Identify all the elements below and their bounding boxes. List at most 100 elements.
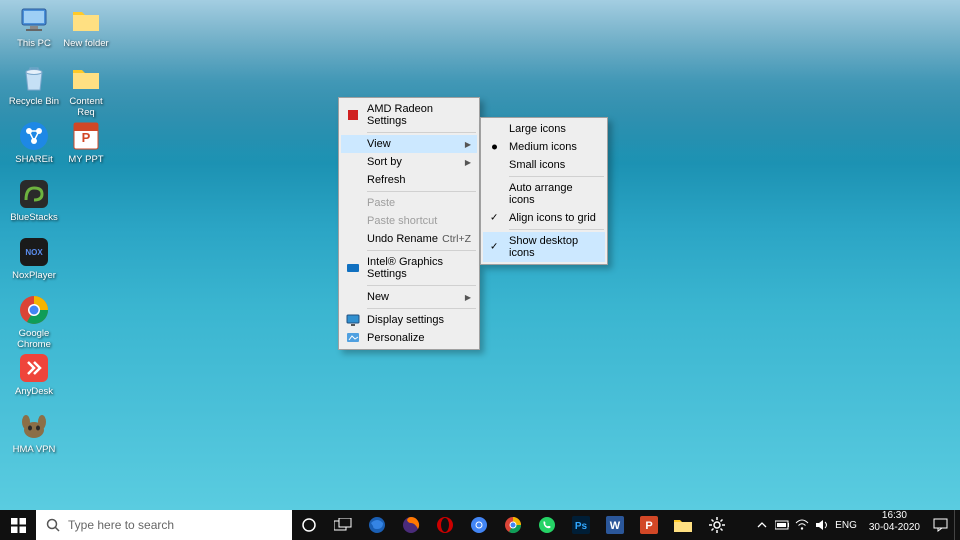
ctx-amd-radeon-settings[interactable]: AMD Radeon Settings (341, 100, 477, 130)
svg-text:P: P (82, 130, 91, 145)
desktop-wallpaper[interactable]: This PCNew folderRecycle BinContent ReqS… (0, 0, 960, 510)
ctx-paste: Paste (341, 194, 477, 212)
task-view-icon (334, 518, 352, 532)
checkmark-icon: ✓ (490, 213, 498, 224)
ctx-medium-icons[interactable]: Medium icons (483, 138, 605, 156)
svg-text:P: P (645, 520, 652, 532)
task-view-button[interactable] (326, 510, 360, 540)
desktop-icon-label: Content Req (60, 96, 112, 118)
desktop-icon-label: Google Chrome (8, 328, 60, 350)
desktop-icon-bluestacks[interactable]: BlueStacks (8, 178, 60, 223)
ctx-separator (367, 285, 476, 286)
opera-icon (435, 515, 455, 535)
ctx-view[interactable]: View ▶ (341, 135, 477, 153)
google-chrome-icon (18, 294, 50, 326)
action-center-button[interactable] (926, 510, 954, 540)
show-desktop-button[interactable] (954, 510, 960, 540)
noxplayer-icon: NOX (18, 236, 50, 268)
desktop-icon-anydesk[interactable]: AnyDesk (8, 352, 60, 397)
taskbar-app-photoshop[interactable]: Ps (564, 510, 598, 540)
taskbar-spacer (734, 510, 749, 540)
ctx-display-settings[interactable]: Display settings (341, 311, 477, 329)
desktop-icon-this-pc[interactable]: This PC (8, 4, 60, 49)
hma-vpn-icon (18, 410, 50, 442)
ctx-auto-arrange[interactable]: Auto arrange icons (483, 179, 605, 209)
taskbar-app-powerpoint[interactable]: P (632, 510, 666, 540)
ctx-separator (367, 250, 476, 251)
desktop-icon-label: Recycle Bin (9, 96, 59, 107)
word-icon: W (605, 515, 625, 535)
windows-logo-icon (11, 518, 26, 533)
taskbar-clock[interactable]: 16:30 30-04-2020 (863, 510, 926, 540)
desktop-icon-recycle-bin[interactable]: Recycle Bin (8, 62, 60, 107)
radio-selected-icon (492, 145, 497, 150)
desktop-icon-label: BlueStacks (10, 212, 58, 223)
intel-icon (345, 260, 361, 276)
ctx-show-desktop-icons[interactable]: ✓ Show desktop icons (483, 232, 605, 262)
view-submenu: Large icons Medium icons Small icons Aut… (480, 117, 608, 265)
desktop-icon-label: NoxPlayer (12, 270, 56, 281)
desktop-icon-new-folder[interactable]: New folder (60, 4, 112, 49)
taskbar-app-chrome-canary[interactable] (462, 510, 496, 540)
taskbar-app-chrome[interactable] (496, 510, 530, 540)
search-placeholder: Type here to search (68, 518, 174, 532)
search-icon (46, 518, 60, 532)
taskbar-app-firefox[interactable] (394, 510, 428, 540)
desktop-context-menu: AMD Radeon Settings View ▶ Sort by ▶ Ref… (338, 97, 480, 350)
taskbar-app-opera[interactable] (428, 510, 462, 540)
ctx-separator (367, 308, 476, 309)
desktop-icon-label: AnyDesk (15, 386, 53, 397)
taskbar-app-word[interactable]: W (598, 510, 632, 540)
ctx-align-to-grid[interactable]: ✓ Align icons to grid (483, 209, 605, 227)
clock-time: 16:30 (869, 510, 920, 522)
tray-battery-icon[interactable] (775, 518, 789, 532)
svg-text:Ps: Ps (575, 521, 588, 532)
ctx-large-icons[interactable]: Large icons (483, 120, 605, 138)
desktop-icon-hma-vpn[interactable]: HMA VPN (8, 410, 60, 455)
tray-wifi-icon[interactable] (795, 518, 809, 532)
recycle-bin-icon (18, 62, 50, 94)
chevron-right-icon: ▶ (465, 293, 471, 302)
search-box[interactable]: Type here to search (36, 510, 292, 540)
chrome-canary-icon (469, 515, 489, 535)
clock-date: 30-04-2020 (869, 522, 920, 534)
ctx-new[interactable]: New ▶ (341, 288, 477, 306)
bluestacks-icon (18, 178, 50, 210)
start-button[interactable] (0, 510, 36, 540)
taskbar-app-whatsapp[interactable] (530, 510, 564, 540)
cortana-icon (301, 517, 317, 533)
tray-language[interactable]: ENG (835, 520, 857, 531)
desktop-icon-noxplayer[interactable]: NOX NoxPlayer (8, 236, 60, 281)
notification-icon (933, 518, 948, 532)
desktop-icon-google-chrome[interactable]: Google Chrome (8, 294, 60, 350)
whatsapp-icon (537, 515, 557, 535)
ctx-refresh[interactable]: Refresh (341, 171, 477, 189)
chevron-right-icon: ▶ (465, 158, 471, 167)
content-req-icon (70, 62, 102, 94)
desktop-icon-shareit[interactable]: SHAREit (8, 120, 60, 165)
ctx-personalize[interactable]: Personalize (341, 329, 477, 347)
desktop-icon-my-ppt[interactable]: PMY PPT (60, 120, 112, 165)
anydesk-icon (18, 352, 50, 384)
taskbar-app-settings[interactable] (700, 510, 734, 540)
ctx-paste-shortcut: Paste shortcut (341, 212, 477, 230)
new-folder-icon (70, 4, 102, 36)
tray-volume-icon[interactable] (815, 518, 829, 532)
tray-chevron-up-icon[interactable] (755, 518, 769, 532)
amd-icon (345, 107, 361, 123)
desktop-icon-label: New folder (63, 38, 108, 49)
personalize-icon (345, 330, 361, 346)
ctx-sort-by[interactable]: Sort by ▶ (341, 153, 477, 171)
cortana-button[interactable] (292, 510, 326, 540)
ctx-small-icons[interactable]: Small icons (483, 156, 605, 174)
ctx-shortcut-label: Ctrl+Z (442, 233, 471, 245)
edge-icon (367, 515, 387, 535)
desktop-icon-label: HMA VPN (13, 444, 56, 455)
taskbar-app-file-explorer[interactable] (666, 510, 700, 540)
ctx-undo-rename[interactable]: Undo Rename Ctrl+Z (341, 230, 477, 248)
desktop-icon-content-req[interactable]: Content Req (60, 62, 112, 118)
monitor-icon (345, 312, 361, 328)
taskbar-app-edge[interactable] (360, 510, 394, 540)
shareit-icon (18, 120, 50, 152)
ctx-intel-graphics[interactable]: Intel® Graphics Settings (341, 253, 477, 283)
